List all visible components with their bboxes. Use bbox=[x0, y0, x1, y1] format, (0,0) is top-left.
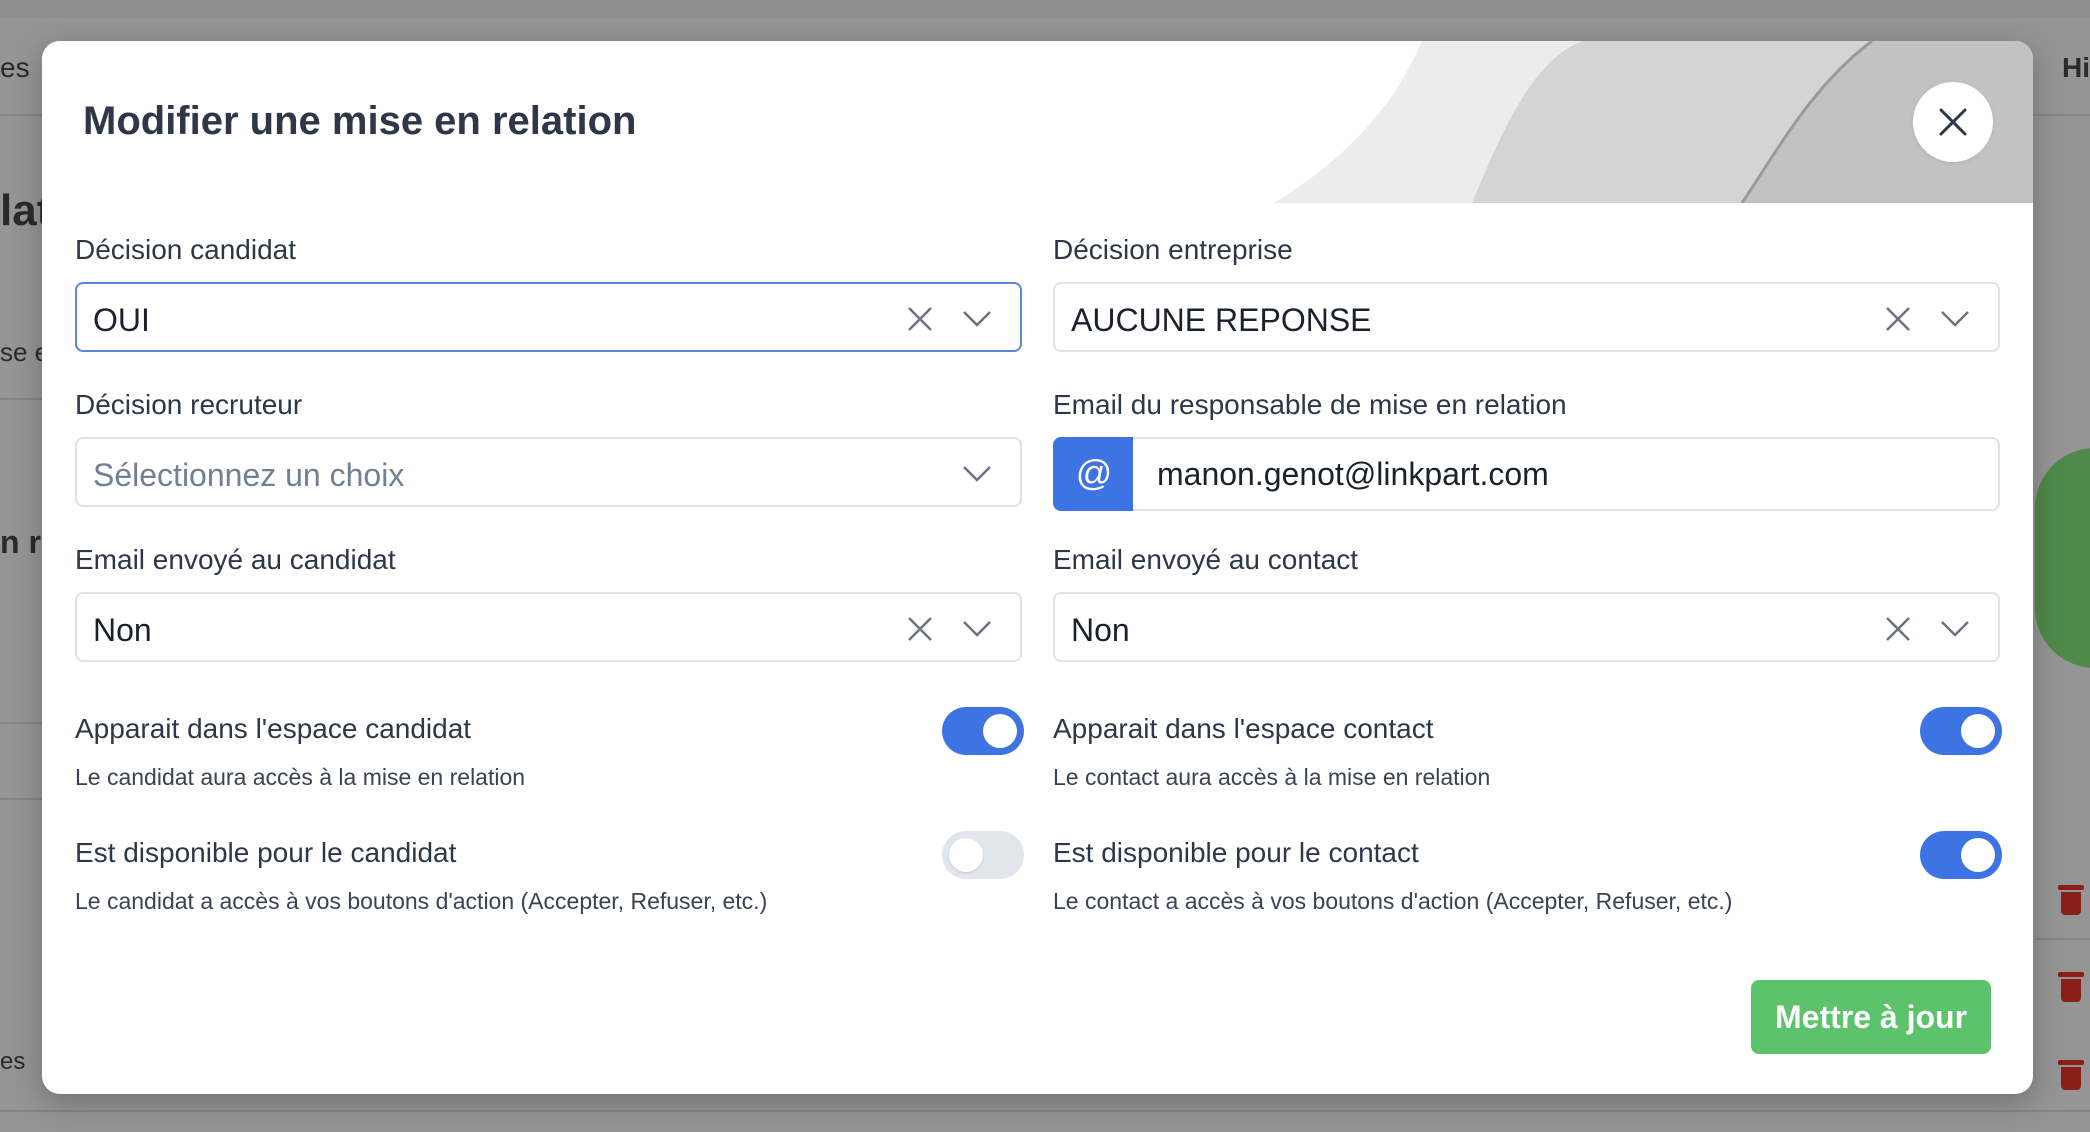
email-candidat-select[interactable]: Non bbox=[75, 592, 1022, 662]
dispo-candidat-help: Le candidat a accès à vos boutons d'acti… bbox=[75, 888, 768, 914]
decision-candidat-select[interactable]: OUI bbox=[75, 282, 1022, 352]
clear-icon[interactable] bbox=[907, 616, 933, 642]
email-contact-label: Email envoyé au contact bbox=[1053, 544, 1359, 575]
espace-candidat-toggle[interactable] bbox=[942, 707, 1024, 755]
modal-title: Modifier une mise en relation bbox=[83, 99, 637, 143]
trash-icon bbox=[2058, 1060, 2084, 1090]
chevron-down-icon[interactable] bbox=[962, 620, 992, 638]
clear-icon[interactable] bbox=[907, 306, 933, 332]
bg-tab: Hi bbox=[2062, 52, 2090, 83]
espace-contact-label: Apparait dans l'espace contact bbox=[1053, 713, 1434, 744]
dispo-contact-label: Est disponible pour le contact bbox=[1053, 837, 1419, 868]
update-button[interactable]: Mettre à jour bbox=[1751, 980, 1991, 1054]
decision-entreprise-select[interactable]: AUCUNE REPONSE bbox=[1053, 282, 2000, 352]
decision-entreprise-label: Décision entreprise bbox=[1053, 234, 1293, 265]
chevron-down-icon[interactable] bbox=[1940, 310, 1970, 328]
clear-icon[interactable] bbox=[1885, 616, 1911, 642]
decision-recruteur-select[interactable]: Sélectionnez un choix bbox=[75, 437, 1022, 507]
espace-contact-help: Le contact aura accès à la mise en relat… bbox=[1053, 764, 1491, 790]
bg-text: n r bbox=[0, 524, 41, 560]
edit-relation-modal: Modifier une mise en relation Décision c… bbox=[42, 41, 2033, 1094]
email-responsable-label: Email du responsable de mise en relation bbox=[1053, 389, 1567, 420]
chevron-down-icon[interactable] bbox=[1940, 620, 1970, 638]
dispo-contact-toggle[interactable] bbox=[1920, 831, 2002, 879]
dispo-candidat-label: Est disponible pour le candidat bbox=[75, 837, 457, 868]
email-responsable-input[interactable] bbox=[1133, 437, 2000, 511]
espace-contact-toggle[interactable] bbox=[1920, 707, 2002, 755]
email-candidat-value: Non bbox=[93, 612, 152, 648]
bg-text: es bbox=[0, 52, 30, 83]
dispo-contact-help: Le contact a accès à vos boutons d'actio… bbox=[1053, 888, 1733, 914]
chevron-down-icon[interactable] bbox=[962, 310, 992, 328]
email-candidat-label: Email envoyé au candidat bbox=[75, 544, 396, 575]
decision-candidat-value: OUI bbox=[93, 302, 150, 338]
close-icon bbox=[1939, 108, 1967, 136]
bg-divider bbox=[0, 1110, 2090, 1112]
email-responsable-group: @ bbox=[1053, 437, 2000, 511]
dispo-candidat-toggle[interactable] bbox=[942, 831, 1024, 879]
decision-recruteur-label: Décision recruteur bbox=[75, 389, 303, 420]
decision-recruteur-placeholder: Sélectionnez un choix bbox=[93, 457, 405, 493]
decision-candidat-label: Décision candidat bbox=[75, 234, 297, 265]
espace-candidat-label: Apparait dans l'espace candidat bbox=[75, 713, 472, 744]
trash-icon bbox=[2058, 972, 2084, 1002]
trash-icon bbox=[2058, 885, 2084, 915]
email-contact-value: Non bbox=[1071, 612, 1130, 648]
bg-green-shape bbox=[2035, 448, 2090, 668]
email-contact-select[interactable]: Non bbox=[1053, 592, 2000, 662]
bg-divider bbox=[2035, 938, 2090, 940]
decision-entreprise-value: AUCUNE REPONSE bbox=[1071, 302, 1372, 338]
clear-icon[interactable] bbox=[1885, 306, 1911, 332]
bg-text: es bbox=[0, 1048, 26, 1075]
espace-candidat-help: Le candidat aura accès à la mise en rela… bbox=[75, 764, 526, 790]
at-icon: @ bbox=[1053, 437, 1135, 511]
chevron-down-icon[interactable] bbox=[962, 465, 992, 483]
close-button[interactable] bbox=[1913, 82, 1993, 162]
